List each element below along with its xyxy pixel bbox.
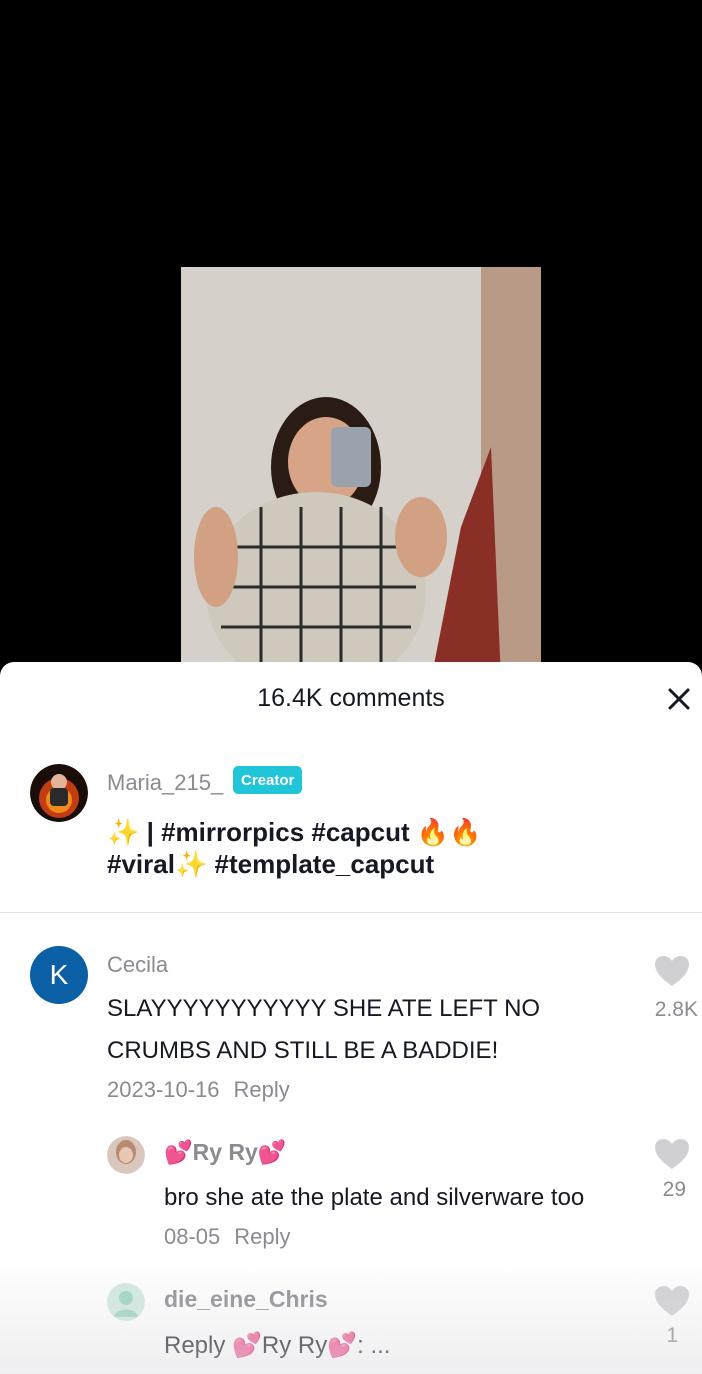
reply-button[interactable]: Reply — [234, 1224, 290, 1249]
replier-username[interactable]: 💕Ry Ry💕 — [164, 1139, 286, 1166]
replier-avatar[interactable] — [107, 1136, 145, 1174]
like-count: 2.8K — [654, 998, 698, 1021]
comment-line-1: SLAYYYYYYYYYYY SHE ATE LEFT NO — [107, 995, 541, 1022]
like-heart-icon[interactable] — [653, 954, 691, 988]
like-heart-icon[interactable] — [653, 1284, 691, 1318]
reply-button[interactable]: Reply — [234, 1077, 290, 1102]
comment-meta: 2023-10-16 Reply — [107, 1077, 290, 1103]
video-player[interactable] — [0, 0, 702, 680]
caption-text: ✨ | #mirrorpics #capcut 🔥🔥 #viral✨ #temp… — [107, 816, 627, 880]
caption-line-1: ✨ | #mirrorpics #capcut 🔥🔥 — [107, 817, 482, 847]
reply-text: bro she ate the plate and silverware too — [164, 1184, 585, 1211]
commenter-username[interactable]: Cecila — [107, 952, 168, 978]
comments-header: 16.4K comments — [0, 662, 702, 736]
like-heart-icon[interactable] — [653, 1137, 691, 1171]
comments-sheet: 16.4K comments Maria_215_ Creator ✨ | #m… — [0, 662, 702, 1374]
comment-text: SLAYYYYYYYYYYY SHE ATE LEFT NO CRUMBS AN… — [107, 988, 627, 1072]
like-count: 29 — [662, 1178, 686, 1201]
reply-date: 08-05 — [164, 1224, 221, 1249]
comment-count: 16.4K comments — [257, 684, 445, 712]
commenter-avatar[interactable]: K — [30, 946, 88, 1004]
comment-date: 2023-10-16 — [107, 1077, 220, 1102]
video-thumbnail-image — [181, 267, 541, 680]
reply-meta: 08-05 Reply — [164, 1224, 291, 1250]
replier-avatar[interactable] — [107, 1283, 145, 1321]
creator-avatar[interactable] — [30, 764, 88, 822]
video-caption: Maria_215_ Creator ✨ | #mirrorpics #capc… — [0, 748, 702, 913]
creator-badge: Creator — [233, 766, 303, 794]
creator-username[interactable]: Maria_215_ — [107, 770, 223, 796]
close-icon[interactable] — [662, 682, 696, 716]
replier-username[interactable]: die_eine_Chris — [164, 1286, 328, 1313]
caption-line-2: #viral✨ #template_capcut — [107, 849, 435, 879]
reply-text: Reply 💕Ry Ry💕: ... — [164, 1332, 391, 1359]
comment-line-2: CRUMBS AND STILL BE A BADDIE! — [107, 1037, 499, 1064]
like-count: 1 — [666, 1324, 678, 1347]
